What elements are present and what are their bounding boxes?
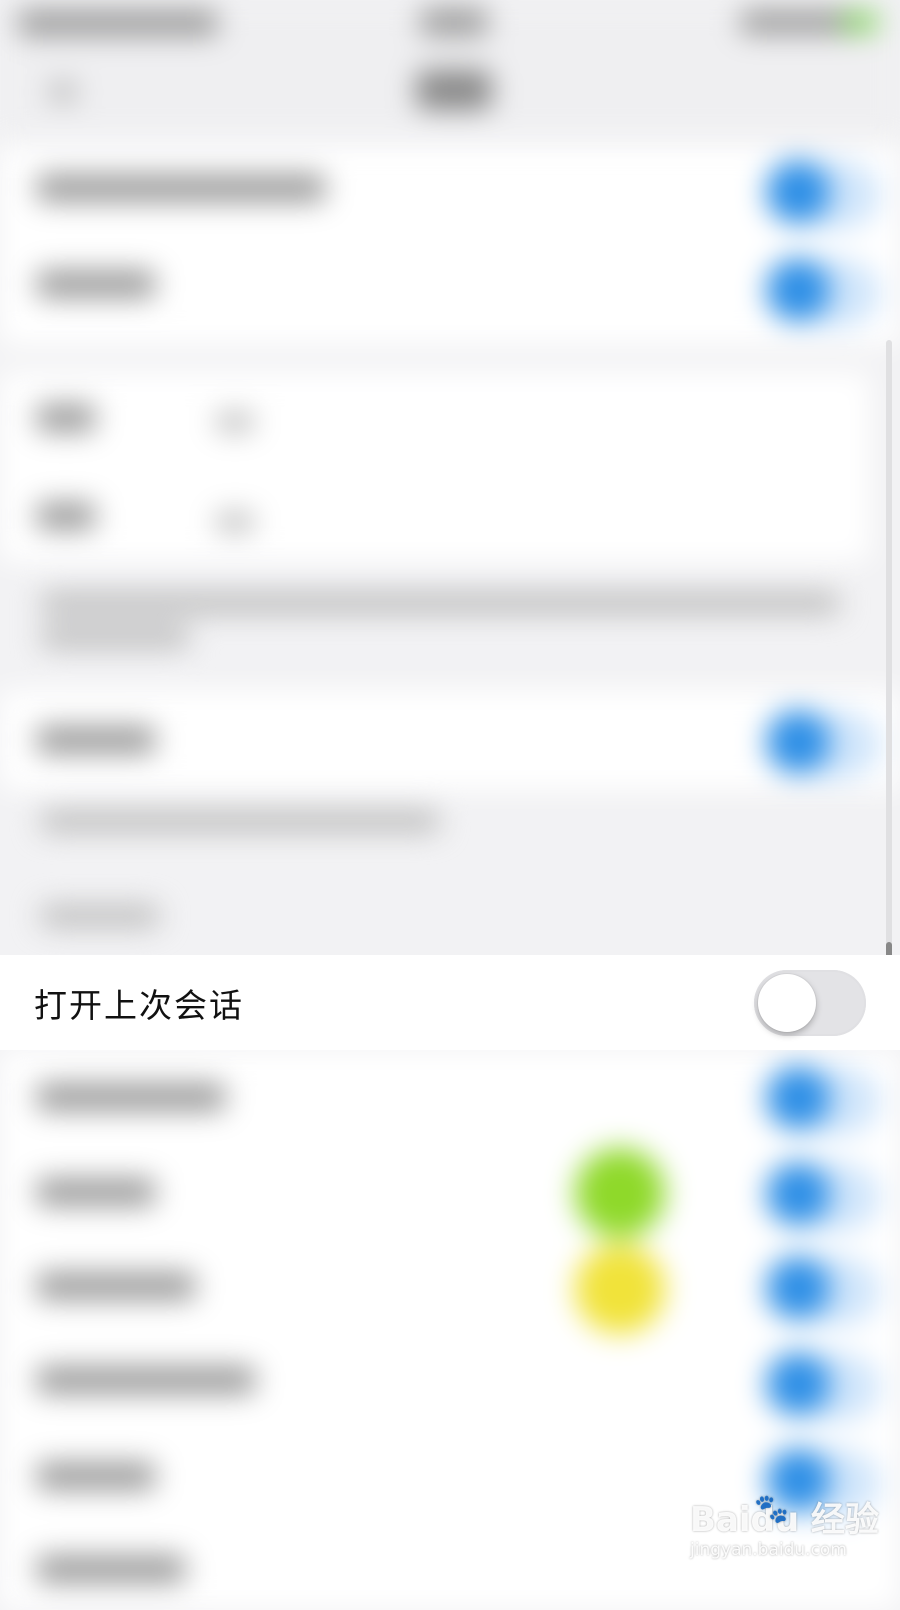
setting-row-label: [36, 270, 156, 298]
watermark-brand: Baidu 经验: [690, 1500, 890, 1540]
section-header: [40, 905, 160, 927]
switch-on[interactable]: [766, 258, 830, 322]
setting-row-label: [36, 1178, 156, 1206]
watermark-url: jingyan.baidu.com: [690, 1540, 847, 1560]
battery-icon: [842, 12, 878, 32]
switch-on[interactable]: [766, 1066, 830, 1130]
status-bar-time: [420, 8, 488, 36]
status-bar-carrier: [18, 10, 218, 36]
setting-row-label: [36, 1555, 186, 1583]
section-footnote: [40, 592, 840, 614]
switch-on[interactable]: [766, 1352, 830, 1416]
green-dot: [575, 1148, 665, 1238]
reopen-last-session-label: 打开上次会话: [34, 985, 244, 1025]
switch-on[interactable]: [766, 1256, 830, 1320]
back-icon[interactable]: [50, 82, 76, 102]
switch-on[interactable]: [766, 710, 830, 774]
setting-row-label: [36, 502, 96, 530]
section-footnote: [40, 626, 190, 648]
setting-row-value: [215, 512, 255, 532]
status-bar: [0, 0, 900, 52]
setting-row-label: [36, 726, 156, 754]
baidu-jingyan-watermark: 🐾 Baidu 经验 jingyan.baidu.com: [690, 1492, 890, 1590]
yellow-dot: [575, 1244, 665, 1334]
setting-row-label: [36, 1272, 196, 1300]
setting-row-label: [36, 1462, 156, 1490]
paw-logo-icon: 🐾: [754, 1492, 789, 1525]
scrollbar-track: [886, 340, 892, 960]
setting-row-value: [215, 412, 255, 432]
settings-group-2: [0, 372, 870, 562]
setting-row-label: [36, 404, 96, 432]
page-title: [416, 70, 492, 110]
watermark-brand-left: Bai: [690, 1500, 751, 1540]
blurred-settings-background: [0, 0, 900, 1610]
reopen-last-session-row: 打开上次会话: [0, 955, 900, 1050]
setting-row-label: [36, 174, 326, 202]
reopen-last-session-toggle[interactable]: [754, 969, 866, 1036]
switch-on[interactable]: [766, 1162, 830, 1226]
toggle-knob: [758, 973, 816, 1032]
setting-row-label: [36, 1366, 256, 1394]
switch-on[interactable]: [766, 160, 830, 224]
section-footnote: [40, 810, 440, 832]
setting-row-label: [36, 1083, 226, 1111]
